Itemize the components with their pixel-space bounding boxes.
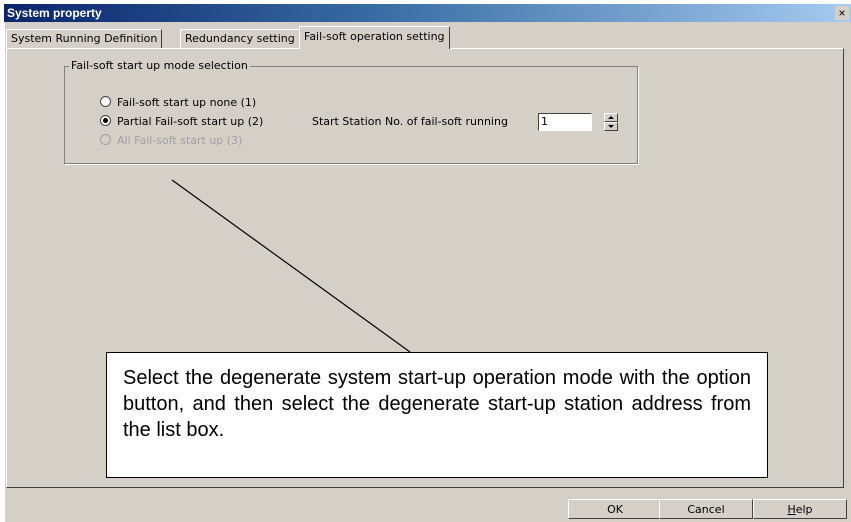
- callout-box: Select the degenerate system start-up op…: [106, 352, 768, 478]
- help-mnemonic: H: [787, 503, 796, 516]
- callout-text: Select the degenerate system start-up op…: [123, 367, 751, 441]
- ok-button[interactable]: OK: [568, 499, 662, 519]
- help-button[interactable]: Help: [753, 499, 847, 519]
- tab-label: Fail-soft operation setting: [304, 30, 445, 43]
- cancel-button[interactable]: Cancel: [659, 499, 753, 519]
- tab-fail-soft-operation-setting[interactable]: Fail-soft operation setting: [299, 26, 450, 49]
- help-label-rest: elp: [795, 503, 813, 516]
